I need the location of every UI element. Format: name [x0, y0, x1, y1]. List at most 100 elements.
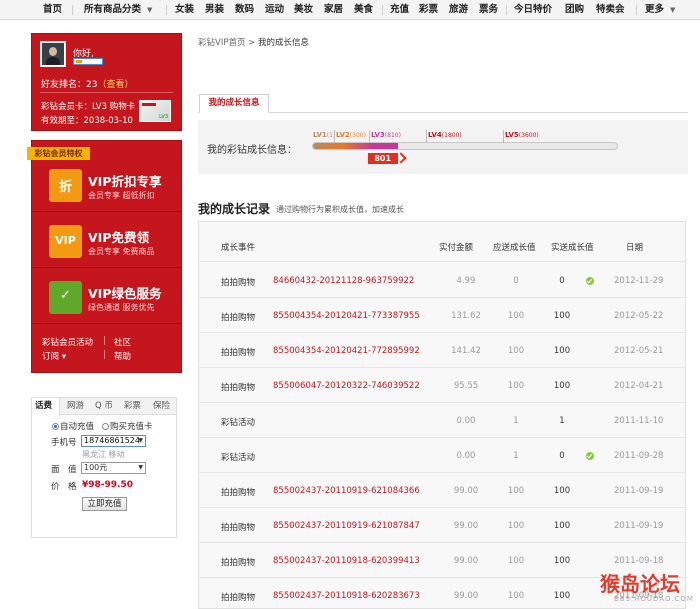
- buy-card-radio[interactable]: 购买充值卡: [102, 420, 153, 432]
- level-tick: [369, 130, 370, 143]
- phone-input[interactable]: 18746861524 ▼: [81, 435, 146, 447]
- phone-region: 黑龙江 移动: [82, 450, 125, 459]
- nav-home[interactable]: 首页: [43, 0, 62, 20]
- level-lv4: LV4(1800): [428, 131, 462, 139]
- nav-lottery[interactable]: 彩票: [419, 0, 438, 20]
- phone-value: 18746861524: [84, 436, 140, 445]
- nav-food[interactable]: 美食: [354, 0, 373, 20]
- date-cell: 2012-05-22: [614, 311, 664, 321]
- tab-divider: [198, 112, 688, 113]
- nav-more-label: 更多: [645, 4, 665, 15]
- top-nav: 首页 所有商品分类 ▼ 女装 男装 数码 运动 美妆 家居 美食 充值 彩票 旅游…: [0, 0, 700, 20]
- nav-separator: [382, 5, 383, 15]
- should-growth-cell: 100: [507, 521, 525, 531]
- friend-rank-label: 好友排名：23: [41, 80, 98, 90]
- event-cell: 拍拍购物: [221, 348, 256, 358]
- order-link[interactable]: 855002437-20110918-620399413: [273, 556, 420, 566]
- chevron-down-icon: ▼: [138, 464, 143, 471]
- tab-insurance[interactable]: 保险: [153, 398, 170, 415]
- member-activity-link[interactable]: 彩钻会员活动: [42, 336, 93, 348]
- radio-selected-icon: [52, 423, 59, 430]
- discount-icon-glyph: 折: [58, 180, 72, 195]
- order-link[interactable]: 855004354-20120421-773387955: [273, 311, 420, 321]
- help-link[interactable]: 帮助: [114, 350, 131, 362]
- order-link[interactable]: 855002437-20110918-620283673: [273, 591, 420, 601]
- records-title: 我的成长记录: [198, 202, 271, 216]
- buy-card-label: 购买充值卡: [110, 422, 153, 432]
- community-link[interactable]: 社区: [114, 336, 131, 348]
- discount-icon: 折: [49, 169, 82, 202]
- nav-sports[interactable]: 运动: [265, 0, 284, 20]
- level-tick: [426, 130, 427, 143]
- should-growth-cell: 100: [507, 311, 525, 321]
- growth-progress-bar: [312, 142, 618, 150]
- table-row: 拍拍购物 855006047-20120322-746039522 95.55 100…: [199, 368, 685, 403]
- recharge-button[interactable]: 立即充值: [82, 497, 127, 511]
- date-cell: 2012-04-21: [614, 381, 664, 391]
- chevron-down-icon: ▼: [670, 6, 676, 14]
- member-card-icon: [139, 100, 171, 122]
- tab-game[interactable]: 网游: [67, 398, 84, 415]
- nav-tickets[interactable]: 票务: [479, 0, 498, 20]
- privilege-item-discount[interactable]: 折 VIP折扣专享 会员专享 超低折扣: [32, 160, 181, 212]
- event-cell: 拍拍购物: [221, 558, 256, 568]
- order-link[interactable]: 855004354-20120421-772895992: [273, 346, 420, 356]
- nav-group-buy[interactable]: 团购: [565, 0, 584, 20]
- nav-separator: [166, 5, 167, 15]
- table-row: 彩钻活动 0.00 1 1 2011-11-10: [199, 403, 685, 438]
- level-name: LV4: [428, 131, 442, 139]
- privilege-subtitle: 会员专享 免费商品: [88, 247, 155, 256]
- actual-growth-cell: 1: [559, 416, 565, 426]
- privilege-item-free[interactable]: VIP VIP免费领 会员专享 免费商品: [32, 216, 181, 268]
- nav-digital[interactable]: 数码: [235, 0, 254, 20]
- nav-separator: [506, 5, 507, 15]
- price-value: ¥98-99.50: [82, 480, 133, 490]
- subscribe-link[interactable]: 订阅 ▾: [42, 350, 66, 362]
- records-subtitle: 通过购物行为累积成长值，加速成长: [276, 205, 404, 214]
- nav-flash-sale[interactable]: 特卖会: [596, 0, 625, 20]
- avatar[interactable]: [40, 41, 66, 67]
- privilege-title: VIP绿色服务: [88, 286, 162, 301]
- nav-more[interactable]: 更多 ▼: [645, 0, 675, 20]
- date-cell: 2011-09-18: [614, 556, 664, 566]
- table-row: 拍拍购物 855004354-20120421-773387955 131.62 10…: [199, 298, 685, 333]
- privilege-subtitle: 绿色通道 服务优先: [88, 303, 155, 312]
- order-link[interactable]: 855006047-20120322-746039522: [273, 381, 420, 391]
- tab-phone-bill[interactable]: 话费: [32, 398, 60, 416]
- tab-qcoin[interactable]: Q 币: [95, 398, 113, 415]
- event-cell: 彩钻活动: [221, 453, 256, 463]
- table-row: 拍拍购物 84660432-20121128-963759922 4.99 0 0 201…: [199, 263, 685, 298]
- privilege-title: VIP免费领: [88, 230, 149, 245]
- actual-growth-cell: 100: [553, 381, 571, 391]
- amount-select[interactable]: 100元 ▼: [81, 462, 146, 474]
- breadcrumb-home[interactable]: 彩钻VIP首页: [198, 38, 245, 48]
- radio-icon: [102, 423, 109, 430]
- nav-recharge[interactable]: 充值: [390, 0, 409, 20]
- level-name: LV5: [505, 131, 519, 139]
- nav-beauty[interactable]: 美妆: [294, 0, 313, 20]
- actual-growth-cell: 100: [553, 521, 571, 531]
- nav-all-categories[interactable]: 所有商品分类 ▼: [84, 0, 152, 20]
- order-link[interactable]: 84660432-20121128-963759922: [273, 276, 414, 286]
- col-date: 日期: [626, 243, 644, 253]
- order-link[interactable]: 855002437-20110919-621084366: [273, 486, 420, 496]
- view-rank-link[interactable]: （查看）: [97, 80, 133, 90]
- privilege-item-green[interactable]: ✓ VIP绿色服务 绿色通道 服务优先: [32, 272, 181, 324]
- check-circle-icon: [586, 277, 594, 285]
- order-link[interactable]: 855002437-20110919-621087847: [273, 521, 420, 531]
- nav-daily-deals[interactable]: 今日特价: [514, 0, 552, 20]
- expire-date: 有效期至：2038-03-10: [41, 116, 133, 126]
- page-root: 首页 所有商品分类 ▼ 女装 男装 数码 运动 美妆 家居 美食 充值 彩票 旅游…: [0, 0, 700, 609]
- should-growth-cell: 100: [507, 486, 525, 496]
- nav-travel[interactable]: 旅游: [449, 0, 468, 20]
- records-table: 成长事件 实付金额 应送成长值 实送成长值 日期 拍拍购物 84660432-20…: [198, 221, 686, 609]
- nav-home-living[interactable]: 家居: [324, 0, 343, 20]
- nav-women[interactable]: 女装: [175, 0, 194, 20]
- nav-men[interactable]: 男装: [205, 0, 224, 20]
- tab-growth-info[interactable]: 我的成长信息: [199, 94, 269, 113]
- table-row: 拍拍购物 855002437-20110919-621087847 99.00 100…: [199, 508, 685, 543]
- amount-cell: 0.00: [456, 416, 476, 426]
- tab-lottery[interactable]: 彩票: [124, 398, 141, 415]
- auto-recharge-radio[interactable]: 自动充值: [52, 420, 94, 432]
- privilege-tag: 彩钻会员特权: [27, 147, 90, 160]
